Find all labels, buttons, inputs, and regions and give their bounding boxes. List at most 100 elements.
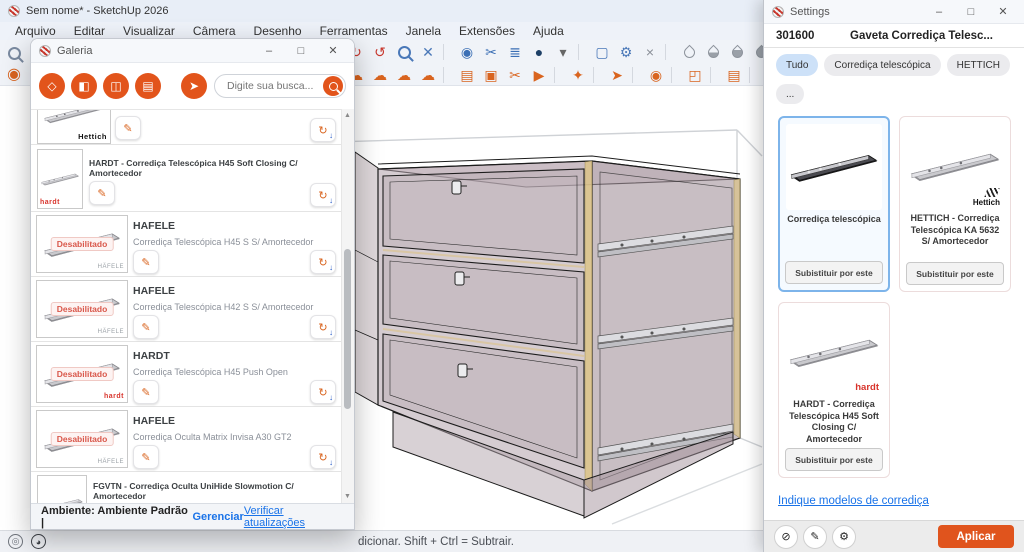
list-item[interactable]: Desabilitado hardt HARDT Corrediça Teles…	[31, 342, 344, 407]
orbit-icon[interactable]: ↺	[368, 41, 392, 63]
notes-icon[interactable]: ✎	[133, 315, 159, 339]
slide-image	[786, 142, 882, 192]
download-icon[interactable]: ↻↓	[310, 183, 336, 207]
box-3d-icon[interactable]: ◰	[683, 64, 707, 86]
zoom-icon[interactable]	[392, 41, 416, 63]
menu-editar[interactable]: Editar	[65, 24, 114, 38]
cloud-user-icon[interactable]: ☁	[392, 64, 416, 86]
download-icon[interactable]: ↻↓	[310, 315, 336, 339]
cut-scissors-icon[interactable]: ✂	[503, 64, 527, 86]
aplicar-button[interactable]: Aplicar	[938, 525, 1014, 548]
download-icon[interactable]: ↻↓	[310, 445, 336, 469]
notes-icon[interactable]: ✎	[133, 250, 159, 274]
list-item[interactable]: Hettich ✎ ↻↓	[31, 110, 344, 145]
scroll-down-icon[interactable]: ▼	[344, 493, 351, 500]
list-item[interactable]: Desabilitado HÄFELE HAFELE Corrediça Ocu…	[31, 407, 344, 472]
indicar-modelos-link[interactable]: Indique modelos de corrediça	[778, 495, 929, 507]
render-image-icon[interactable]: ▤	[455, 64, 479, 86]
menu-camera[interactable]: Câmera	[184, 24, 245, 38]
scrollbar-thumb[interactable]	[344, 249, 351, 409]
menu-extensoes[interactable]: Extensões	[450, 24, 524, 38]
style-half-icon[interactable]	[701, 41, 725, 63]
video-camera-icon[interactable]: ▶	[527, 64, 551, 86]
list-item[interactable]: FGVTN FGVTN - Corrediça Oculta UniHide S…	[31, 472, 344, 503]
menu-arquivo[interactable]: Arquivo	[6, 24, 65, 38]
cloud-download-icon[interactable]: ☁	[368, 64, 392, 86]
gear-icon[interactable]: ⚙	[832, 525, 856, 549]
geolocation-icon[interactable]: ◎	[8, 534, 23, 549]
copy-pages-icon[interactable]: ▣	[479, 64, 503, 86]
model-settings-icon[interactable]: ◉	[455, 41, 479, 63]
gallery-panels-icon[interactable]: ◫	[103, 73, 129, 99]
close-x-icon[interactable]: ×	[638, 41, 662, 63]
list-item[interactable]: Desabilitado HÄFELE HAFELE Corrediça Tel…	[31, 212, 344, 277]
style-empty-icon[interactable]	[677, 41, 701, 63]
layers-stack-icon[interactable]: ≣	[503, 41, 527, 63]
notes-icon[interactable]: ✎	[133, 380, 159, 404]
stack-panels-icon[interactable]: ▤	[722, 64, 746, 86]
zoom-extents-icon[interactable]: ✕	[416, 41, 440, 63]
settings-gear-icon[interactable]: ⚙	[614, 41, 638, 63]
substituir-button[interactable]: Subistituir por este	[785, 448, 883, 471]
list-item[interactable]: Desabilitado HÄFELE HAFELE Corrediça Tel…	[31, 277, 344, 342]
download-icon[interactable]: ↻↓	[310, 380, 336, 404]
notes-icon[interactable]: ✎	[115, 116, 141, 140]
chip-hettich[interactable]: HETTICH	[947, 54, 1010, 76]
notes-icon[interactable]: ✎	[89, 181, 115, 205]
zoom-tool-icon[interactable]	[2, 42, 26, 64]
drawer-1[interactable]	[383, 169, 584, 263]
settings-titlebar[interactable]: Settings – □ ✕	[764, 0, 1024, 24]
gallery-3d-icon[interactable]: ◇	[39, 73, 65, 99]
substituir-button[interactable]: Subistituir por este	[785, 261, 883, 284]
open-folder-icon[interactable]: ▢	[590, 41, 614, 63]
search-icon[interactable]	[323, 76, 343, 96]
notes-icon[interactable]: ✎	[133, 445, 159, 469]
list-item[interactable]: hardt HARDT - Corrediça Telescópica H45 …	[31, 145, 344, 212]
close-icon[interactable]: ✕	[320, 44, 346, 57]
download-icon[interactable]: ↻↓	[310, 118, 336, 142]
chip-corredica-telescopica[interactable]: Corrediça telescópica	[824, 54, 940, 76]
galeria-titlebar[interactable]: Galeria – □ ✕	[31, 39, 354, 63]
minimize-icon[interactable]: –	[256, 45, 282, 57]
menu-desenho[interactable]: Desenho	[245, 24, 311, 38]
replacement-card[interactable]: Corrediça telescópica Subistituir por es…	[778, 116, 890, 292]
purge-model-icon[interactable]: ✂	[479, 41, 503, 63]
disable-icon[interactable]: ⊘	[774, 525, 798, 549]
scrollbar[interactable]: ▲ ▼	[341, 109, 354, 503]
gerenciar-link[interactable]: Gerenciar	[192, 511, 243, 523]
brand-logo: hardt	[104, 393, 124, 400]
user-account-icon[interactable]: ●	[527, 41, 551, 63]
menu-visualizar[interactable]: Visualizar	[114, 24, 184, 38]
replacement-card[interactable]: Hettich HETTICH - Corrediça Telescópica …	[899, 116, 1011, 292]
verificar-atualizacoes-link[interactable]: Verificar atualizações	[244, 505, 344, 529]
gallery-layout-icon[interactable]: ▤	[135, 73, 161, 99]
download-icon[interactable]: ↻↓	[310, 250, 336, 274]
chip-tudo[interactable]: Tudo	[776, 54, 818, 76]
style-threequarter-icon[interactable]	[725, 41, 749, 63]
edit-pencil-icon[interactable]: ✎	[803, 525, 827, 549]
menu-ajuda[interactable]: Ajuda	[524, 24, 573, 38]
cloud-remove-icon[interactable]: ☁	[416, 64, 440, 86]
flashlight-icon[interactable]: ✦	[566, 64, 590, 86]
main-titlebar[interactable]: Sem nome* - SketchUp 2026	[0, 0, 763, 22]
maximize-icon[interactable]: □	[288, 45, 314, 57]
search-input[interactable]	[225, 79, 323, 93]
menu-ferramentas[interactable]: Ferramentas	[311, 24, 397, 38]
neighbor-cabinet[interactable]	[355, 152, 378, 405]
maximize-icon[interactable]: □	[958, 6, 984, 18]
close-icon[interactable]: ✕	[990, 5, 1016, 18]
rocket-icon[interactable]: ➤	[181, 73, 207, 99]
orange-tool-icon[interactable]: ◉	[2, 64, 26, 86]
minimize-icon[interactable]: –	[926, 6, 952, 18]
substituir-button[interactable]: Subistituir por este	[906, 262, 1004, 285]
cursor-star-icon[interactable]: ➤	[605, 64, 629, 86]
scroll-up-icon[interactable]: ▲	[344, 112, 351, 119]
film-reel-icon[interactable]: ◉	[644, 64, 668, 86]
replacement-card[interactable]: hardt HARDT - Corrediça Telescópica H45 …	[778, 302, 890, 478]
chip-more[interactable]: ...	[776, 84, 804, 104]
menu-janela[interactable]: Janela	[397, 24, 450, 38]
credits-icon[interactable]: ◕	[31, 534, 46, 549]
gallery-materials-icon[interactable]: ◧	[71, 73, 97, 99]
cabinet-model[interactable]	[378, 156, 740, 518]
user-menu-caret-icon[interactable]: ▾	[551, 41, 575, 63]
